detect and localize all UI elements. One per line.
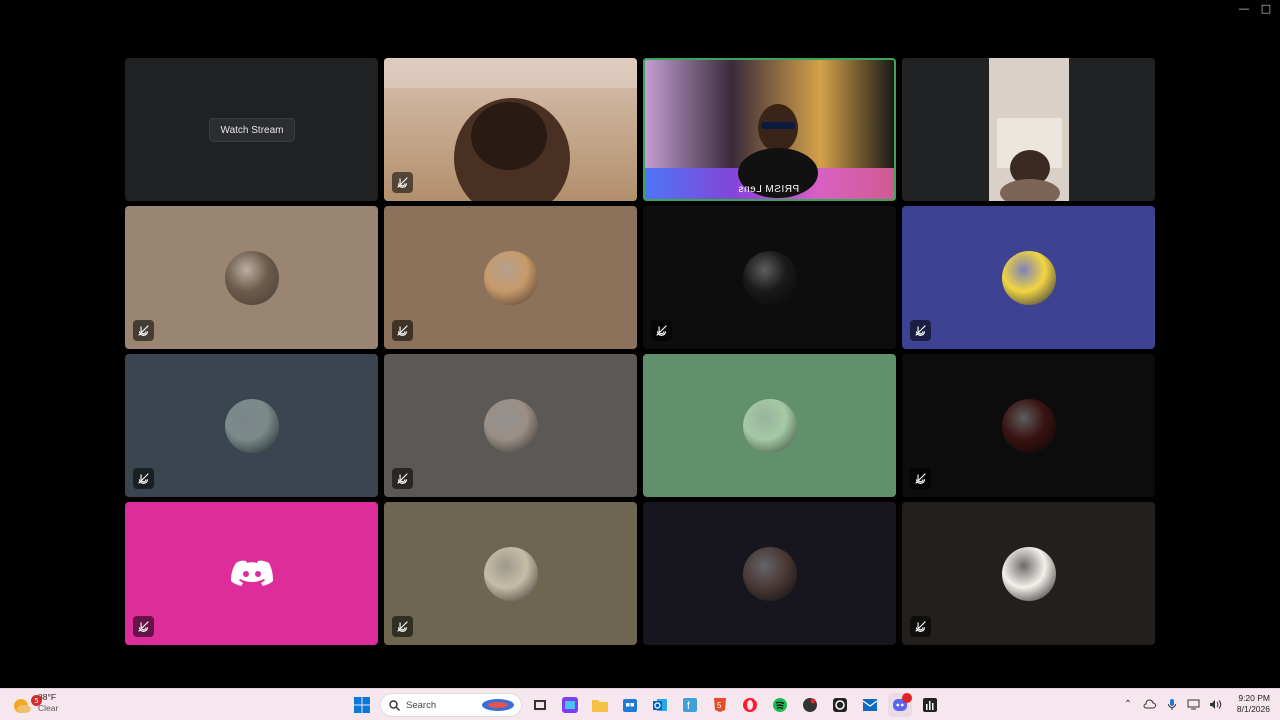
taskbar-search[interactable]: Search <box>380 693 522 717</box>
clock[interactable]: 9:20 PM 8/1/2026 <box>1237 693 1270 715</box>
muted-icon <box>910 616 931 637</box>
discord-call-window: — □ Watch Stream PRISM Lens <box>0 0 1280 688</box>
html5-icon[interactable]: 5 <box>708 693 732 717</box>
weather-widget[interactable]: 5 88°F Clear <box>10 692 58 714</box>
muted-icon <box>910 320 931 341</box>
news-icon[interactable] <box>558 693 582 717</box>
svg-text:5: 5 <box>717 701 722 710</box>
participant-tile-avatar[interactable] <box>384 354 637 497</box>
store-icon[interactable] <box>618 693 642 717</box>
participant-grid: Watch Stream PRISM Lens <box>125 58 1155 646</box>
user-avatar <box>1001 250 1056 305</box>
user-avatar <box>742 250 797 305</box>
weather-condition: Clear <box>38 703 59 713</box>
discord-logo-icon <box>231 560 273 586</box>
search-highlight-icon <box>482 699 514 711</box>
window-controls: — □ <box>1238 2 1272 15</box>
search-icon <box>389 699 400 711</box>
muted-icon <box>651 320 672 341</box>
muted-icon <box>392 172 413 193</box>
minimize-icon[interactable]: — <box>1238 2 1250 15</box>
outlook-icon[interactable] <box>648 693 672 717</box>
mail-icon[interactable] <box>858 693 882 717</box>
participant-tile-avatar[interactable] <box>125 354 378 497</box>
participant-tile-discord-default[interactable] <box>125 502 378 645</box>
weather-badge: 5 <box>31 695 42 706</box>
spotify-icon[interactable] <box>768 693 792 717</box>
participant-tile-avatar[interactable] <box>643 354 896 497</box>
opera-icon[interactable] <box>738 693 762 717</box>
muted-icon <box>910 468 931 489</box>
user-avatar <box>742 546 797 601</box>
weather-sun-icon <box>10 692 32 714</box>
muted-icon <box>392 320 413 341</box>
watch-stream-button[interactable]: Watch Stream <box>209 118 295 142</box>
search-placeholder: Search <box>406 699 437 711</box>
chevron-up-icon[interactable]: ⌃ <box>1121 697 1135 711</box>
windows-start-icon[interactable] <box>350 693 374 717</box>
maximize-icon[interactable]: □ <box>1260 2 1272 15</box>
notification-badge-icon <box>902 693 912 703</box>
muted-icon <box>392 616 413 637</box>
muted-icon <box>133 320 154 341</box>
participant-tile-video[interactable] <box>384 58 637 201</box>
cloud-icon[interactable] <box>1143 697 1157 711</box>
windows-taskbar: 5 88°F Clear Search f 5 ⌃ 9:20 PM 8/1/20… <box>0 688 1280 720</box>
app-f-icon[interactable]: f <box>678 693 702 717</box>
participant-tile-video[interactable] <box>902 58 1155 201</box>
svg-text:f: f <box>687 701 690 712</box>
clock-time: 9:20 PM <box>1238 693 1270 703</box>
user-avatar <box>1001 546 1056 601</box>
participant-tile-avatar[interactable] <box>902 354 1155 497</box>
participant-tile-avatar[interactable] <box>384 502 637 645</box>
muted-icon <box>133 468 154 489</box>
participant-tile-avatar[interactable] <box>643 206 896 349</box>
user-avatar <box>224 398 279 453</box>
participant-tile-avatar[interactable] <box>902 502 1155 645</box>
participant-tile-stream[interactable]: Watch Stream <box>125 58 378 201</box>
muted-icon <box>392 468 413 489</box>
participant-tile-avatar[interactable] <box>643 502 896 645</box>
clock-date: 8/1/2026 <box>1236 704 1270 714</box>
user-avatar <box>483 546 538 601</box>
video-feed <box>384 58 637 201</box>
user-avatar <box>224 250 279 305</box>
task-view-icon[interactable] <box>528 693 552 717</box>
discord-icon[interactable] <box>888 693 912 717</box>
muted-icon <box>133 616 154 637</box>
volume-icon[interactable] <box>1209 697 1223 711</box>
user-avatar <box>483 250 538 305</box>
system-tray: ⌃ 9:20 PM 8/1/2026 <box>1121 693 1270 715</box>
user-avatar <box>1001 398 1056 453</box>
audio-app-icon[interactable] <box>918 693 942 717</box>
participant-tile-avatar[interactable] <box>384 206 637 349</box>
user-avatar <box>742 398 797 453</box>
participant-tile-avatar[interactable] <box>125 206 378 349</box>
video-feed <box>902 58 1155 201</box>
user-avatar <box>483 398 538 453</box>
media-icon[interactable] <box>798 693 822 717</box>
video-overlay-label: PRISM Lens <box>738 184 800 195</box>
display-icon[interactable] <box>1187 697 1201 711</box>
microphone-icon[interactable] <box>1165 697 1179 711</box>
participant-tile-avatar[interactable] <box>902 206 1155 349</box>
participant-tile-video-speaking[interactable]: PRISM Lens <box>643 58 896 201</box>
file-explorer-icon[interactable] <box>588 693 612 717</box>
video-feed <box>643 58 896 201</box>
obs-icon[interactable] <box>828 693 852 717</box>
taskbar-apps: Search f 5 <box>350 693 942 717</box>
